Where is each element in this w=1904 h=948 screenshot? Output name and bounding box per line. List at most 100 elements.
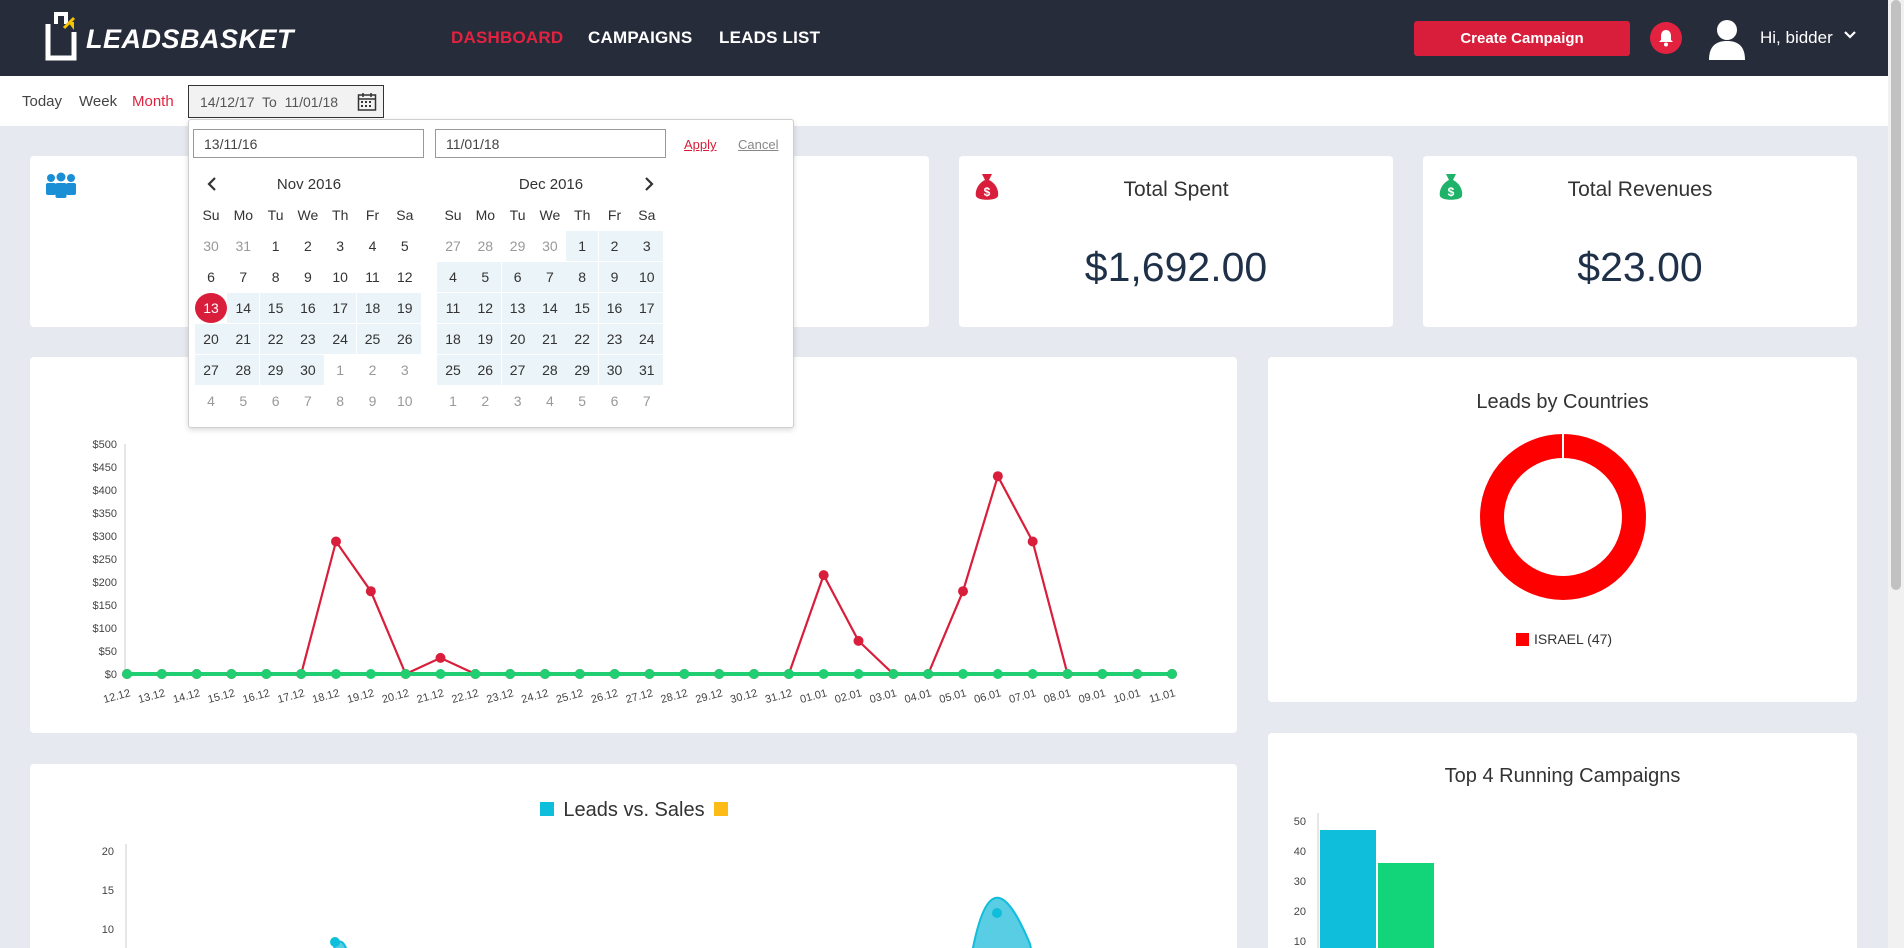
- calendar-day[interactable]: 3: [389, 355, 421, 385]
- pie-legend-item[interactable]: ISRAEL (47): [1516, 631, 1612, 647]
- calendar-day[interactable]: 14: [533, 293, 566, 323]
- calendar-day[interactable]: 29: [566, 355, 599, 385]
- calendar-day[interactable]: 7: [533, 262, 566, 292]
- calendar-day[interactable]: 6: [501, 262, 534, 292]
- calendar-day[interactable]: 6: [260, 386, 292, 416]
- calendar-day[interactable]: 1: [324, 355, 356, 385]
- filter-today[interactable]: Today: [22, 93, 62, 110]
- calendar-day[interactable]: 4: [534, 386, 566, 416]
- calendar-day[interactable]: 26: [388, 324, 421, 354]
- calendar-day[interactable]: 28: [469, 231, 501, 261]
- calendar-day[interactable]: 27: [195, 355, 227, 385]
- calendar-day[interactable]: 23: [598, 324, 631, 354]
- calendar-day[interactable]: 16: [291, 293, 324, 323]
- calendar-day[interactable]: 27: [501, 355, 534, 385]
- calendar-day[interactable]: 25: [356, 324, 389, 354]
- calendar-day[interactable]: 22: [566, 324, 599, 354]
- calendar-day[interactable]: 6: [195, 262, 227, 292]
- calendar-day[interactable]: 1: [260, 231, 292, 261]
- calendar-day[interactable]: 8: [324, 386, 356, 416]
- calendar-day[interactable]: 8: [260, 262, 292, 292]
- user-avatar-icon[interactable]: [1706, 16, 1748, 60]
- calendar-day[interactable]: 31: [630, 355, 663, 385]
- calendar-day[interactable]: 29: [502, 231, 534, 261]
- calendar-day[interactable]: 18: [437, 324, 469, 354]
- calendar-day[interactable]: 7: [227, 262, 259, 292]
- filter-week[interactable]: Week: [79, 93, 117, 110]
- calendar-day[interactable]: 30: [291, 355, 324, 385]
- calendar-day[interactable]: 30: [598, 355, 631, 385]
- calendar-day[interactable]: 17: [630, 293, 663, 323]
- calendar-day[interactable]: 11: [437, 293, 469, 323]
- calendar-day[interactable]: 13: [195, 293, 227, 323]
- calendar-day[interactable]: 9: [292, 262, 324, 292]
- scrollbar-thumb[interactable]: [1891, 0, 1901, 590]
- calendar-day[interactable]: 23: [291, 324, 324, 354]
- calendar-day[interactable]: 10: [324, 262, 356, 292]
- calendar-day[interactable]: 22: [259, 324, 292, 354]
- apply-button[interactable]: Apply: [684, 137, 717, 152]
- calendar-day[interactable]: 4: [195, 386, 227, 416]
- calendar-day[interactable]: 12: [469, 293, 502, 323]
- calendar-day[interactable]: 27: [437, 231, 469, 261]
- calendar-day[interactable]: 21: [227, 324, 260, 354]
- calendar-day[interactable]: 8: [566, 262, 599, 292]
- calendar-day[interactable]: 19: [388, 293, 421, 323]
- nav-leads-list[interactable]: LEADS LIST: [719, 28, 820, 48]
- calendar-day[interactable]: 3: [324, 231, 356, 261]
- calendar-day[interactable]: 9: [357, 386, 389, 416]
- calendar-day[interactable]: 5: [389, 231, 421, 261]
- nav-dashboard[interactable]: DASHBOARD: [451, 28, 563, 48]
- cancel-button[interactable]: Cancel: [738, 137, 778, 152]
- calendar-day[interactable]: 20: [195, 324, 227, 354]
- calendar-day[interactable]: 6: [599, 386, 631, 416]
- calendar-day[interactable]: 25: [437, 355, 469, 385]
- calendar-day[interactable]: 5: [566, 386, 598, 416]
- calendar-day[interactable]: 30: [195, 231, 227, 261]
- calendar-day[interactable]: 2: [469, 386, 501, 416]
- nav-campaigns[interactable]: CAMPAIGNS: [588, 28, 692, 48]
- calendar-day[interactable]: 10: [630, 262, 663, 292]
- calendar-day[interactable]: 10: [389, 386, 421, 416]
- calendar-day[interactable]: 31: [227, 231, 259, 261]
- calendar-day[interactable]: 2: [292, 231, 324, 261]
- calendar-day[interactable]: 26: [469, 355, 502, 385]
- brand-logo[interactable]: LEADSBASKET: [44, 10, 294, 62]
- calendar-day[interactable]: 20: [501, 324, 534, 354]
- calendar-day[interactable]: 15: [259, 293, 292, 323]
- calendar-day[interactable]: 19: [469, 324, 502, 354]
- calendar-day[interactable]: 30: [534, 231, 566, 261]
- page-scrollbar[interactable]: [1888, 0, 1904, 948]
- calendar-day[interactable]: 3: [630, 231, 663, 261]
- calendar-day[interactable]: 28: [227, 355, 260, 385]
- filter-month[interactable]: Month: [132, 93, 174, 110]
- prev-month-icon[interactable]: [207, 177, 217, 191]
- calendar-day[interactable]: 15: [566, 293, 599, 323]
- calendar-day[interactable]: 28: [533, 355, 566, 385]
- notifications-bell-icon[interactable]: [1650, 22, 1682, 54]
- calendar-day[interactable]: 21: [533, 324, 566, 354]
- calendar-icon[interactable]: [357, 92, 377, 112]
- calendar-day[interactable]: 4: [357, 231, 389, 261]
- calendar-day[interactable]: 29: [259, 355, 292, 385]
- next-month-icon[interactable]: [644, 177, 654, 191]
- create-campaign-button[interactable]: Create Campaign: [1414, 21, 1630, 56]
- calendar-day[interactable]: 2: [598, 231, 631, 261]
- calendar-day[interactable]: 24: [630, 324, 663, 354]
- calendar-day[interactable]: 7: [292, 386, 324, 416]
- user-greeting[interactable]: Hi, bidder: [1760, 28, 1833, 48]
- calendar-day[interactable]: 2: [357, 355, 389, 385]
- calendar-day[interactable]: 5: [227, 386, 259, 416]
- calendar-day[interactable]: 18: [356, 293, 389, 323]
- calendar-day[interactable]: 1: [437, 386, 469, 416]
- calendar-day[interactable]: 5: [469, 262, 502, 292]
- calendar-day[interactable]: 14: [227, 293, 260, 323]
- calendar-day[interactable]: 3: [502, 386, 534, 416]
- calendar-day[interactable]: 13: [501, 293, 534, 323]
- calendar-day[interactable]: 17: [324, 293, 357, 323]
- calendar-day[interactable]: 16: [598, 293, 631, 323]
- calendar-day[interactable]: 7: [631, 386, 663, 416]
- calendar-day[interactable]: 9: [598, 262, 631, 292]
- date-range-input[interactable]: 14/12/17 To 11/01/18: [188, 85, 384, 118]
- calendar-day[interactable]: 11: [357, 262, 389, 292]
